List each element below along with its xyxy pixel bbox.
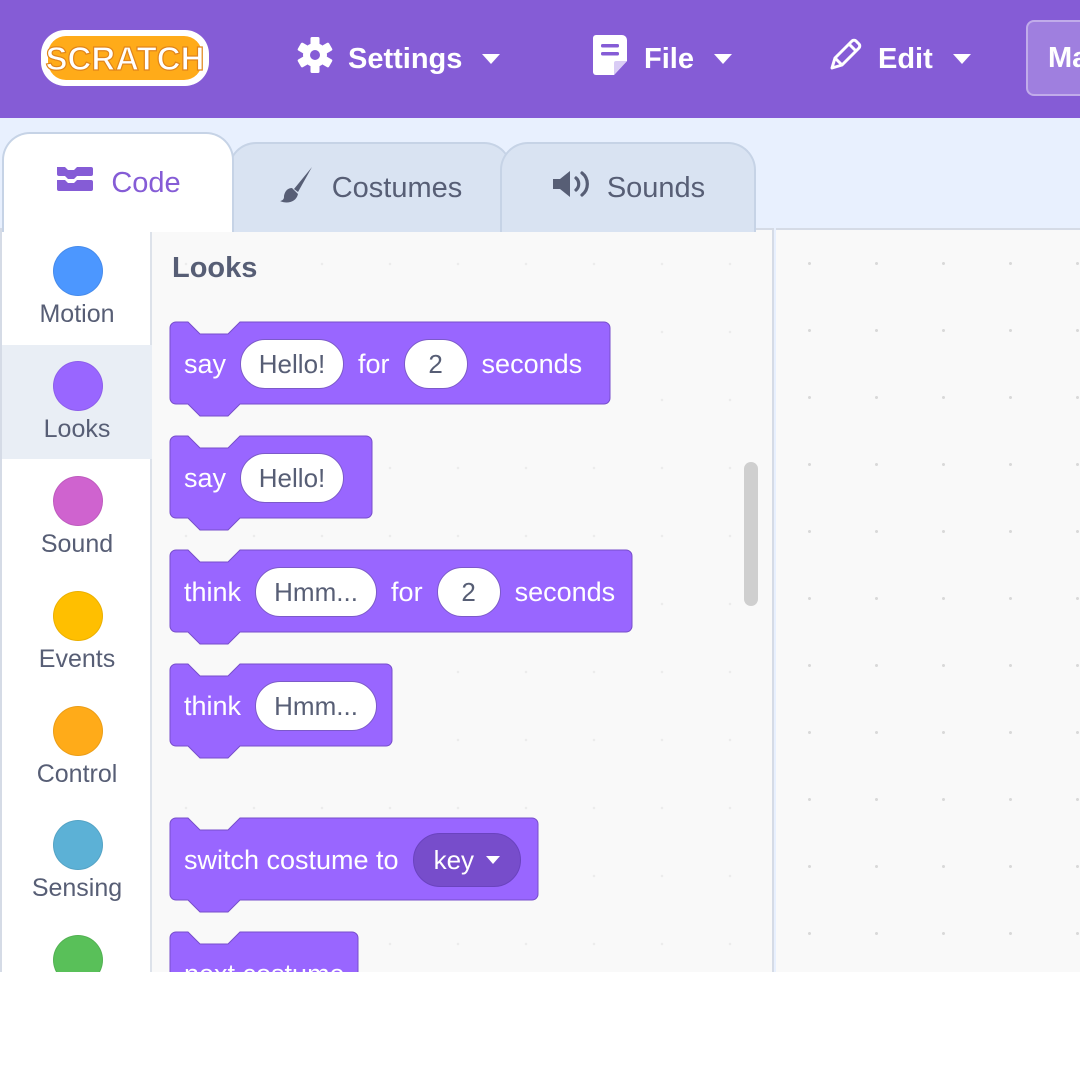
block-keyword: say bbox=[184, 348, 227, 379]
think-block[interactable]: think Hmm... bbox=[169, 663, 393, 759]
pencil-icon bbox=[826, 36, 864, 82]
settings-label: Settings bbox=[348, 42, 463, 75]
tab-code[interactable]: Code bbox=[2, 132, 234, 232]
category-label: Control bbox=[36, 760, 118, 788]
tab-sounds-label: Sounds bbox=[606, 171, 706, 204]
message-input[interactable]: Hello! bbox=[240, 453, 345, 503]
category-looks[interactable]: Looks bbox=[2, 345, 152, 459]
operators-color-dot bbox=[53, 935, 103, 972]
category-sensing[interactable]: Sensing bbox=[2, 804, 152, 918]
control-color-dot bbox=[53, 706, 103, 756]
chevron-down-icon bbox=[952, 54, 971, 64]
seconds-input[interactable]: 2 bbox=[436, 567, 501, 617]
category-label: Sound bbox=[40, 530, 114, 558]
category-motion[interactable]: Motion bbox=[2, 230, 152, 344]
say-block[interactable]: say Hello! bbox=[169, 435, 373, 531]
paintbrush-icon bbox=[278, 164, 316, 212]
block-content: think Hmm... bbox=[184, 678, 378, 734]
block-keyword: for bbox=[358, 348, 390, 379]
block-content: say Hello! for 2 seconds bbox=[184, 336, 582, 392]
gear-icon bbox=[296, 36, 334, 82]
category-operators[interactable] bbox=[2, 919, 152, 972]
category-label: Events bbox=[38, 645, 116, 673]
category-sound[interactable]: Sound bbox=[2, 460, 152, 574]
project-title-field[interactable]: Ma bbox=[1026, 20, 1080, 96]
block-content: switch costume to key bbox=[184, 832, 522, 888]
palette-section-title: Looks bbox=[172, 252, 258, 284]
costume-dropdown[interactable]: key bbox=[412, 833, 522, 887]
say-for-seconds-block[interactable]: say Hello! for 2 seconds bbox=[169, 321, 611, 417]
block-keyword: think bbox=[184, 690, 242, 721]
switch-costume-block[interactable]: switch costume to key bbox=[169, 817, 539, 913]
motion-color-dot bbox=[53, 246, 103, 296]
block-keyword: seconds bbox=[481, 348, 583, 379]
speaker-icon bbox=[551, 168, 591, 208]
block-keyword: switch costume to bbox=[184, 844, 399, 875]
block-keyword: think bbox=[184, 576, 242, 607]
next-costume-block[interactable]: next costume bbox=[169, 931, 359, 973]
tab-code-label: Code bbox=[111, 166, 181, 199]
file-menu[interactable]: File bbox=[592, 30, 732, 88]
file-icon bbox=[592, 33, 630, 85]
message-input[interactable]: Hmm... bbox=[255, 681, 378, 731]
sensing-color-dot bbox=[53, 820, 103, 870]
palette-scrollbar[interactable] bbox=[744, 462, 758, 606]
edit-menu[interactable]: Edit bbox=[826, 30, 971, 88]
project-title-text: Ma bbox=[1048, 42, 1080, 74]
category-control[interactable]: Control bbox=[2, 690, 152, 804]
block-keyword: say bbox=[184, 462, 227, 493]
scratch-editor: SCRATCH Settings File Edit M Code Costum… bbox=[0, 0, 1080, 972]
code-blocks-icon bbox=[55, 164, 95, 202]
block-palette: Looks say Hello! for 2 seconds say Hello… bbox=[152, 228, 774, 972]
block-keyword: next costume bbox=[184, 959, 345, 973]
block-content: next costume bbox=[184, 946, 345, 973]
seconds-input[interactable]: 2 bbox=[403, 339, 468, 389]
block-keyword: for bbox=[391, 576, 423, 607]
category-label: Sensing bbox=[31, 874, 123, 902]
looks-color-dot bbox=[53, 361, 103, 411]
scratch-logo[interactable]: SCRATCH bbox=[38, 26, 214, 90]
file-label: File bbox=[644, 42, 694, 75]
category-events[interactable]: Events bbox=[2, 575, 152, 689]
menu-bar: SCRATCH Settings File Edit M bbox=[0, 0, 1080, 118]
chevron-down-icon bbox=[713, 54, 732, 64]
block-content: say Hello! bbox=[184, 450, 345, 506]
think-for-seconds-block[interactable]: think Hmm... for 2 seconds bbox=[169, 549, 633, 645]
edit-label: Edit bbox=[878, 42, 933, 75]
sound-color-dot bbox=[53, 476, 103, 526]
category-label: Motion bbox=[39, 300, 115, 328]
logo-text: SCRATCH bbox=[46, 40, 205, 77]
message-input[interactable]: Hello! bbox=[240, 339, 345, 389]
tab-costumes-label: Costumes bbox=[331, 171, 463, 204]
tab-costumes[interactable]: Costumes bbox=[228, 142, 512, 232]
chevron-down-icon bbox=[486, 856, 501, 864]
block-keyword: seconds bbox=[514, 576, 616, 607]
dropdown-value: key bbox=[433, 844, 475, 875]
block-content: think Hmm... for 2 seconds bbox=[184, 564, 615, 620]
events-color-dot bbox=[53, 591, 103, 641]
tab-sounds[interactable]: Sounds bbox=[500, 142, 756, 232]
script-workspace[interactable] bbox=[776, 228, 1080, 972]
category-label: Looks bbox=[43, 415, 111, 443]
message-input[interactable]: Hmm... bbox=[255, 567, 378, 617]
category-menu: Motion Looks Sound Events Control Sensin… bbox=[0, 228, 152, 972]
settings-menu[interactable]: Settings bbox=[296, 30, 501, 88]
chevron-down-icon bbox=[482, 54, 501, 64]
